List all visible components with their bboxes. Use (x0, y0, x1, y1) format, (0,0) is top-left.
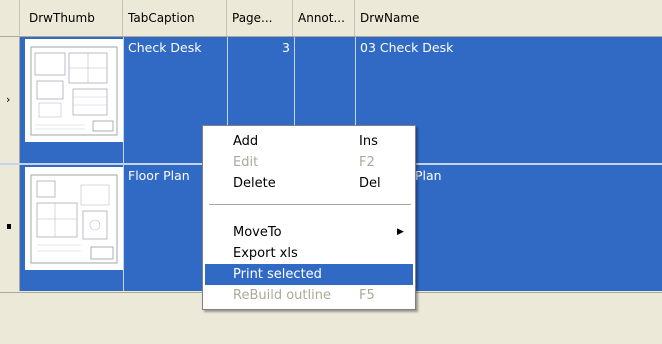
context-menu: Add Ins Edit F2 Delete Del MoveTo ▶ Expo… (202, 125, 416, 310)
row-indicator[interactable]: › (0, 37, 20, 163)
menu-item-shortcut: Ins (359, 134, 378, 149)
menu-item-label: Edit (233, 155, 259, 170)
menu-item-label: Export xls (233, 246, 298, 261)
row-marker-icon (7, 224, 11, 229)
menu-item-add[interactable]: Add Ins (205, 131, 413, 152)
menu-item-rebuild-outline[interactable]: ReBuild outline F5 (205, 285, 413, 306)
drawing-thumbnail (25, 39, 123, 142)
column-header-annot[interactable]: Annot... (293, 0, 355, 36)
column-header-page[interactable]: Page... (227, 0, 293, 36)
menu-item-shortcut: F5 (359, 288, 375, 303)
menu-item-shortcut: Del (359, 176, 381, 191)
menu-item-edit[interactable]: Edit F2 (205, 152, 413, 173)
menu-item-label: MoveTo (233, 225, 282, 240)
cell-drwthumb[interactable] (20, 165, 124, 291)
cell-drwthumb[interactable] (20, 37, 124, 163)
menu-item-moveto[interactable]: MoveTo ▶ (205, 222, 413, 243)
current-row-arrow-icon: › (6, 93, 11, 106)
row-indicator[interactable] (0, 165, 20, 291)
column-header-drwname[interactable]: DrwName (355, 0, 662, 36)
menu-item-shortcut: F2 (359, 155, 375, 170)
column-header-drwthumb[interactable]: DrwThumb (19, 0, 123, 36)
menu-item-delete[interactable]: Delete Del (205, 173, 413, 194)
indicator-column-header (0, 0, 20, 35)
submenu-arrow-icon: ▶ (397, 227, 404, 237)
menu-item-print-selected[interactable]: Print selected (205, 264, 413, 285)
menu-item-label: Delete (233, 176, 276, 191)
menu-item-label: Print selected (233, 267, 322, 282)
menu-item-label: Add (233, 134, 259, 149)
grid-header: DrwThumb TabCaption Page... Annot... Drw… (0, 0, 662, 37)
menu-item-label: ReBuild outline (233, 288, 331, 303)
column-header-tabcaption[interactable]: TabCaption (123, 0, 227, 36)
menu-separator (209, 204, 411, 205)
menu-item-export-xls[interactable]: Export xls (205, 243, 413, 264)
drawing-thumbnail (25, 167, 123, 270)
